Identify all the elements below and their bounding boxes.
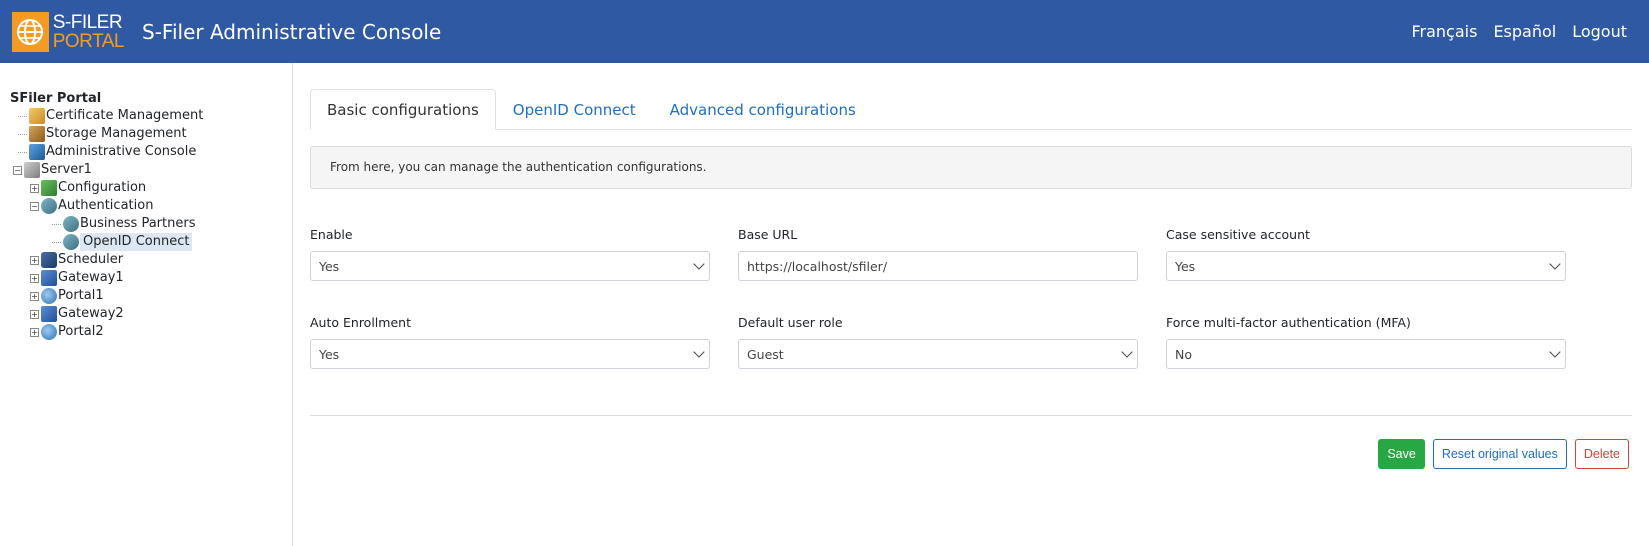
save-button[interactable]: Save [1378, 439, 1425, 469]
collapse-icon[interactable]: − [30, 201, 39, 211]
portal-icon [41, 288, 57, 304]
tree-item-business-partners[interactable]: Business Partners [10, 215, 292, 233]
expand-icon[interactable]: + [30, 309, 39, 319]
portal-icon [41, 324, 57, 340]
tree-item-scheduler[interactable]: + Scheduler [10, 251, 292, 269]
default-role-label: Default user role [738, 315, 843, 330]
tree-item-server1[interactable]: − Server1 [10, 161, 292, 179]
chevron-down-icon [1549, 346, 1561, 358]
storage-icon [29, 126, 45, 142]
auto-enrollment-label: Auto Enrollment [310, 315, 411, 330]
case-sensitive-select[interactable]: Yes [1166, 251, 1566, 281]
main-panel: Basic configurations OpenID Connect Adva… [293, 63, 1649, 546]
gateway-icon [41, 306, 57, 322]
expand-icon[interactable]: + [30, 183, 39, 193]
auto-enrollment-select[interactable]: Yes [310, 339, 710, 369]
tree-item-openid-connect[interactable]: OpenID Connect [10, 233, 292, 251]
users-icon [63, 234, 79, 250]
scheduler-icon [41, 252, 57, 268]
users-icon [63, 216, 79, 232]
tree-item-configuration[interactable]: + Configuration [10, 179, 292, 197]
collapse-icon[interactable]: − [13, 165, 22, 175]
tree-item-gateway1[interactable]: + Gateway1 [10, 269, 292, 287]
tree-item-administrative-console[interactable]: Administrative Console [10, 143, 292, 161]
logout-link[interactable]: Logout [1572, 22, 1627, 41]
gateway-icon [41, 270, 57, 286]
tree-item-portal2[interactable]: + Portal2 [10, 323, 292, 341]
default-role-select[interactable]: Guest [738, 339, 1138, 369]
tree-item-authentication[interactable]: − Authentication [10, 197, 292, 215]
chevron-down-icon [693, 346, 705, 358]
tab-advanced-configurations[interactable]: Advanced configurations [653, 89, 873, 129]
language-spanish-link[interactable]: Español [1493, 22, 1556, 41]
expand-icon[interactable]: + [30, 255, 39, 265]
tab-bar: Basic configurations OpenID Connect Adva… [310, 89, 1632, 130]
base-url-label: Base URL [738, 227, 798, 242]
force-mfa-label: Force multi-factor authentication (MFA) [1166, 315, 1411, 330]
navigation-tree: SFiler Portal Certificate Management Sto… [0, 63, 293, 546]
base-url-input[interactable]: https://localhost/sfiler/ [738, 251, 1138, 281]
divider [310, 415, 1632, 416]
settings-form: Enable Yes Base URL https://localhost/sf… [310, 227, 1632, 403]
delete-button[interactable]: Delete [1574, 439, 1629, 469]
tree-root[interactable]: SFiler Portal [10, 90, 292, 107]
language-french-link[interactable]: Français [1411, 22, 1477, 41]
tree-item-storage-management[interactable]: Storage Management [10, 125, 292, 143]
authentication-icon [41, 198, 57, 214]
enable-select[interactable]: Yes [310, 251, 710, 281]
info-message: From here, you can manage the authentica… [310, 146, 1632, 189]
tab-basic-configurations[interactable]: Basic configurations [310, 89, 496, 130]
globe-icon [12, 11, 49, 52]
configuration-icon [41, 180, 57, 196]
server-icon [24, 162, 40, 178]
enable-label: Enable [310, 227, 353, 242]
tab-openid-connect[interactable]: OpenID Connect [496, 89, 653, 129]
tree-item-certificate-management[interactable]: Certificate Management [10, 107, 292, 125]
chevron-down-icon [693, 258, 705, 270]
force-mfa-select[interactable]: No [1166, 339, 1566, 369]
certificate-icon [29, 108, 45, 124]
case-sensitive-label: Case sensitive account [1166, 227, 1310, 242]
app-logo: S-FILER PORTAL [12, 11, 125, 52]
admin-console-icon [29, 144, 45, 160]
top-bar: S-FILER PORTAL S-Filer Administrative Co… [0, 0, 1649, 63]
tree-item-gateway2[interactable]: + Gateway2 [10, 305, 292, 323]
form-actions: Save Reset original values Delete [310, 439, 1632, 469]
expand-icon[interactable]: + [30, 291, 39, 301]
expand-icon[interactable]: + [30, 273, 39, 283]
logo-line1: S-FILER [52, 11, 123, 33]
app-title: S-Filer Administrative Console [142, 19, 442, 44]
logo-line2: PORTAL [52, 30, 125, 52]
expand-icon[interactable]: + [30, 327, 39, 337]
chevron-down-icon [1549, 258, 1561, 270]
reset-button[interactable]: Reset original values [1432, 439, 1567, 469]
chevron-down-icon [1121, 346, 1133, 358]
tree-item-portal1[interactable]: + Portal1 [10, 287, 292, 305]
